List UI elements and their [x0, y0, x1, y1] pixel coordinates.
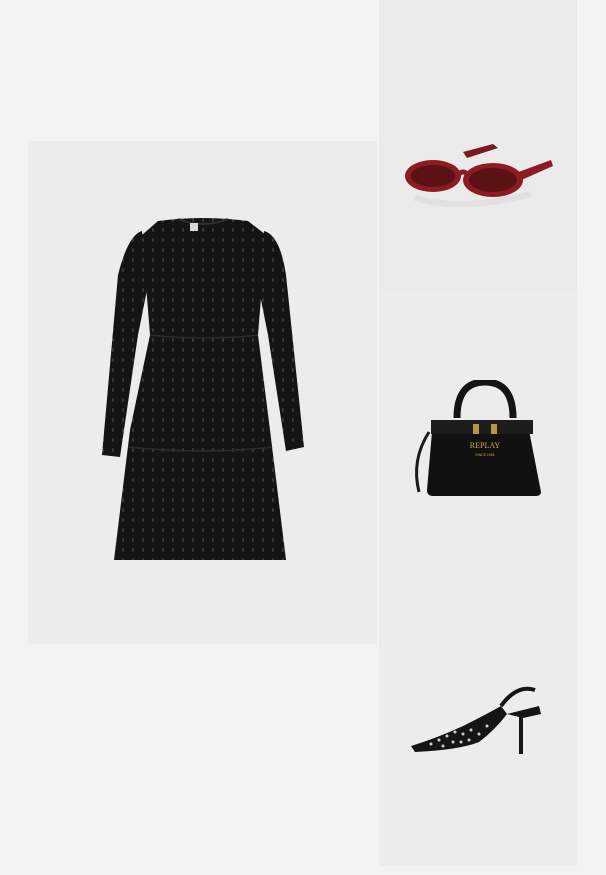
handbag-product-image: REPLAY SINCE 1981 [415, 380, 541, 496]
handbag-product[interactable]: REPLAY SINCE 1981 [409, 380, 545, 506]
slingback-heel-product-image [411, 686, 541, 754]
sunglasses-product-image [405, 144, 553, 208]
sunglasses-tile [379, 0, 577, 290]
bag-brand-tagline: SINCE 1981 [475, 453, 495, 457]
sunglasses-product[interactable] [403, 138, 555, 210]
heels-product[interactable] [409, 684, 545, 756]
main-product-panel [28, 141, 377, 644]
dress-product-image [102, 218, 304, 560]
handbag-tile: REPLAY SINCE 1981 [379, 290, 577, 580]
bag-brand-logo: REPLAY [470, 441, 501, 450]
accessories-column: REPLAY SINCE 1981 [379, 0, 577, 866]
dress-product[interactable] [98, 215, 308, 570]
heels-tile [379, 580, 577, 866]
